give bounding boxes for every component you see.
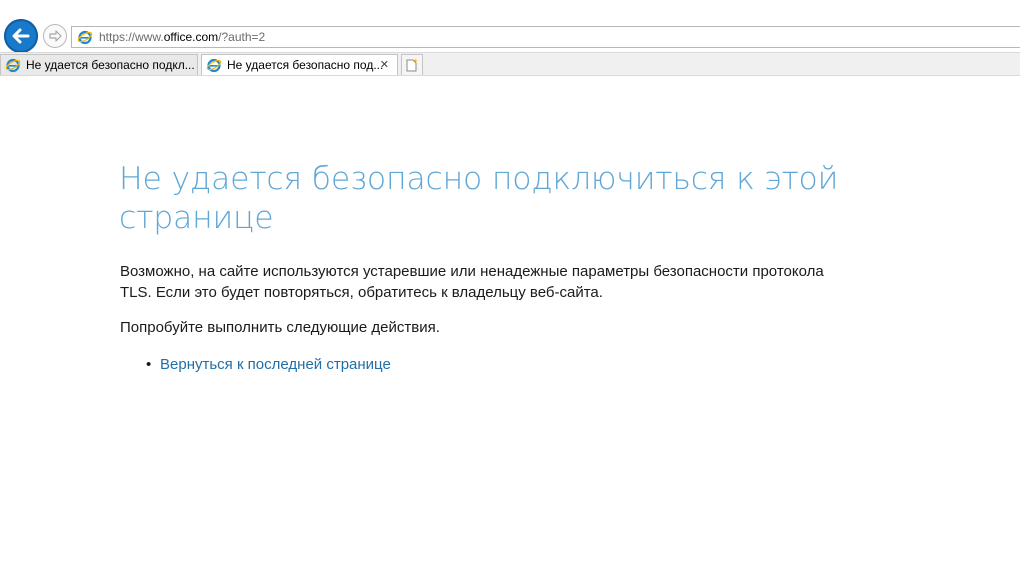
browser-chrome: https://www.office.com/?auth=2 Не удаетс…: [0, 0, 1020, 76]
internet-explorer-icon: [206, 58, 222, 73]
new-tab-icon: [406, 58, 418, 71]
tab-title: Не удается безопасно под...: [227, 58, 384, 72]
go-back-link[interactable]: Вернуться к последней странице: [160, 354, 391, 375]
tab-bar: Не удается безопасно подкл... Не удается…: [0, 52, 1020, 76]
suggestion-text: Попробуйте выполнить следующие действия.: [120, 319, 440, 336]
internet-explorer-icon: [5, 58, 21, 73]
tab-title: Не удается безопасно подкл...: [26, 58, 195, 72]
new-tab-button[interactable]: [401, 54, 423, 75]
action-list: • Вернуться к последней странице: [146, 354, 391, 375]
back-arrow-icon: [12, 28, 30, 44]
forward-button[interactable]: [43, 24, 67, 48]
url-text: https://www.office.com/?auth=2: [99, 30, 266, 44]
bullet: •: [146, 356, 152, 373]
tab-active[interactable]: Не удается безопасно под... ✕: [201, 54, 398, 75]
back-button[interactable]: [4, 19, 38, 53]
page-title: Не удается безопасно подключиться к этой…: [119, 161, 839, 236]
list-item: • Вернуться к последней странице: [146, 354, 391, 375]
address-bar[interactable]: https://www.office.com/?auth=2: [71, 26, 1020, 48]
internet-explorer-icon: [77, 30, 93, 45]
forward-arrow-icon: [49, 30, 62, 42]
tab-inactive[interactable]: Не удается безопасно подкл...: [0, 54, 198, 75]
tab-close-icon[interactable]: ✕: [380, 58, 389, 71]
error-description: Возможно, на сайте используются устаревш…: [120, 263, 824, 301]
